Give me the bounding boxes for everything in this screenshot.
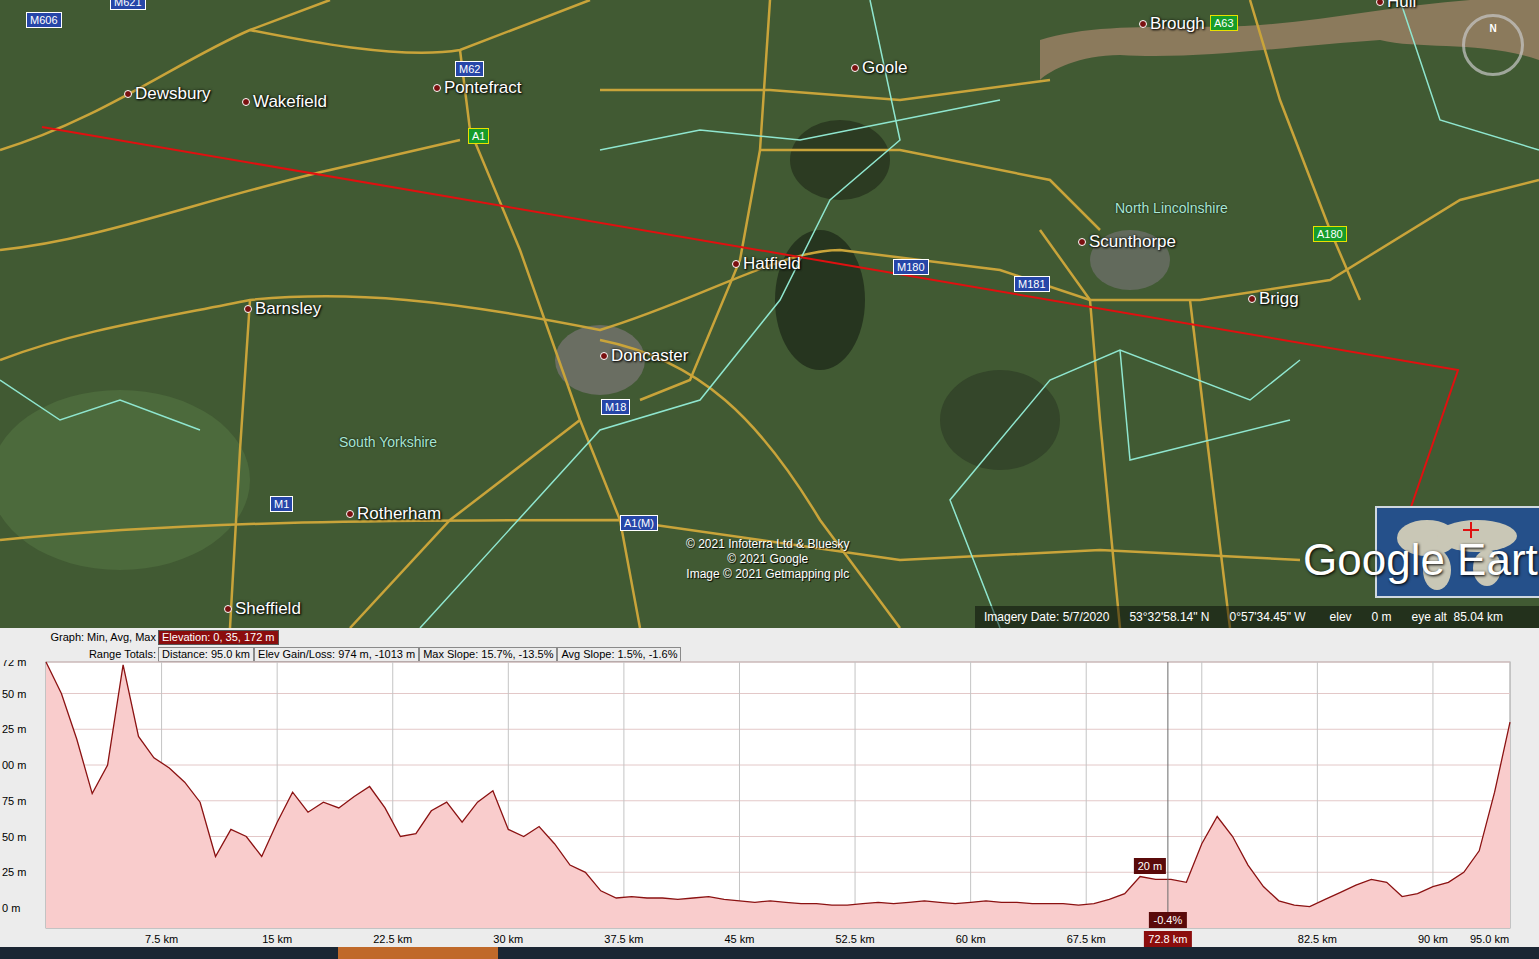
avg-slope-stat: Avg Slope: 1.5%, -1.6%: [557, 647, 681, 662]
road-shield: M1: [270, 496, 293, 512]
pin-dot-icon: [346, 510, 354, 518]
max-slope-stat: Max Slope: 15.7%, -13.5%: [419, 647, 557, 662]
road-shield: M180: [893, 259, 929, 275]
road-shield: A63: [1210, 15, 1238, 31]
map-view[interactable]: North Lincolnshire South Yorkshire M606 M62…: [0, 0, 1539, 628]
x-tick: 30 km: [493, 933, 523, 945]
pin-dot-icon: [732, 260, 740, 268]
x-tick: 67.5 km: [1067, 933, 1106, 945]
x-tick: 22.5 km: [373, 933, 412, 945]
road-shield: M18: [601, 399, 630, 415]
pin-dot-icon: [1376, 0, 1384, 6]
x-tick: 90 km: [1418, 933, 1448, 945]
elevation-chart[interactable]: 72 m 50 m 25 m 00 m 75 m 50 m 25 m 0 m 7.5 km 15 …: [0, 660, 1539, 947]
x-tick: 37.5 km: [604, 933, 643, 945]
road-shield: M606: [26, 12, 62, 28]
place-pin[interactable]: Wakefield: [242, 92, 327, 112]
road-shield: M621: [110, 0, 146, 10]
region-label: North Lincolnshire: [1115, 198, 1228, 219]
status-bar: Imagery Date: 5/7/202053°32'58.14" N0°57…: [975, 606, 1539, 628]
x-tick: 15 km: [262, 933, 292, 945]
taskbar: [0, 947, 1539, 959]
pin-dot-icon: [124, 90, 132, 98]
x-tick: 7.5 km: [145, 933, 178, 945]
y-tick: 50 m: [2, 688, 26, 700]
pin-dot-icon: [600, 352, 608, 360]
cursor-line: [1167, 662, 1168, 928]
road-shield: A1(M): [620, 515, 658, 531]
pin-dot-icon: [851, 64, 859, 72]
pin-dot-icon: [433, 84, 441, 92]
road-shield: A1: [468, 128, 489, 144]
road-shield: A180: [1313, 226, 1347, 242]
place-pin[interactable]: Pontefract: [433, 78, 522, 98]
place-pin[interactable]: Sheffield: [224, 599, 301, 619]
taskbar-tab[interactable]: [338, 947, 498, 959]
gain-loss-stat: Elev Gain/Loss: 974 m, -1013 m: [254, 647, 419, 662]
elevation-area: [46, 662, 1510, 928]
x-tick: 45 km: [724, 933, 754, 945]
y-tick: 75 m: [2, 795, 26, 807]
x-tick: 52.5 km: [835, 933, 874, 945]
place-pin[interactable]: Rotherham: [346, 504, 441, 524]
elevation-profile[interactable]: Graph: Min, Avg, MaxElevation: 0, 35, 17…: [0, 628, 1539, 959]
copyright: © 2021 Infoterra Ltd & Bluesky© 2021 Goo…: [686, 537, 850, 582]
road-shield: M62: [455, 61, 484, 77]
svg-text:72.8 km: 72.8 km: [1148, 933, 1187, 945]
distance-stat: Distance: 95.0 km: [158, 647, 254, 662]
place-pin[interactable]: Hatfield: [732, 254, 801, 274]
place-pin[interactable]: Barnsley: [244, 299, 321, 319]
google-earth-window: North Lincolnshire South Yorkshire M606 M62…: [0, 0, 1539, 959]
elevation-stat: Elevation: 0, 35, 172 m: [158, 630, 279, 645]
svg-text:-0.4%: -0.4%: [1154, 914, 1183, 926]
place-pin[interactable]: Dewsbury: [124, 84, 211, 104]
cursor-slope: -0.4%: [1149, 912, 1187, 928]
y-tick: 25 m: [2, 866, 26, 878]
y-tick: 25 m: [2, 723, 26, 735]
profile-header: Graph: Min, Avg, MaxElevation: 0, 35, 17…: [0, 628, 1539, 660]
place-pin[interactable]: Doncaster: [600, 346, 688, 366]
cursor-elevation: 20 m: [1134, 858, 1166, 874]
pin-dot-icon: [1078, 238, 1086, 246]
pin-dot-icon: [244, 305, 252, 313]
road-shield: M181: [1014, 276, 1050, 292]
pin-dot-icon: [242, 98, 250, 106]
elevation-line: [46, 662, 1510, 907]
pin-dot-icon: [224, 605, 232, 613]
place-pin[interactable]: Scunthorpe: [1078, 232, 1176, 252]
x-tick: 60 km: [956, 933, 986, 945]
google-earth-logo: Google Earth: [1303, 534, 1539, 586]
y-tick: 00 m: [2, 759, 26, 771]
x-tick: 95.0 km: [1470, 933, 1509, 945]
y-tick: 50 m: [2, 831, 26, 843]
region-label: South Yorkshire: [339, 432, 437, 453]
pin-dot-icon: [1248, 295, 1256, 303]
compass[interactable]: N: [1462, 14, 1524, 76]
place-pin[interactable]: Hull: [1376, 0, 1416, 12]
satellite-imagery: [0, 0, 1539, 628]
cursor-distance: 72.8 km: [1144, 931, 1192, 947]
place-pin[interactable]: Goole: [851, 58, 907, 78]
place-pin[interactable]: Brough: [1139, 14, 1205, 34]
svg-text:20 m: 20 m: [1138, 860, 1162, 872]
pin-dot-icon: [1139, 20, 1147, 28]
y-tick: 0 m: [2, 902, 20, 914]
y-tick: 72 m: [2, 660, 26, 668]
x-tick: 82.5 km: [1298, 933, 1337, 945]
place-pin[interactable]: Brigg: [1248, 289, 1299, 309]
